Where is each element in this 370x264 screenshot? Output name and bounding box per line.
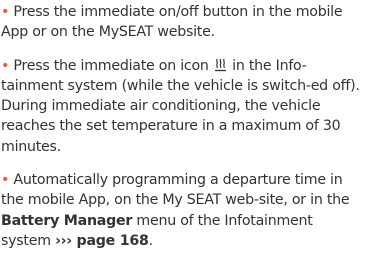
list-item-departure-time: • Automatically programming a departure … [1, 170, 363, 251]
link-page-text: page 168 [71, 232, 149, 249]
climate-heat-icon [214, 58, 227, 72]
bullet: • [1, 172, 10, 189]
item-end: . [148, 232, 154, 249]
item-text-before-bold: Automatically programming a departure ti… [1, 172, 350, 209]
instruction-list: • Press the immediate on/off button in t… [1, 2, 363, 264]
item-text: Press the immediate on/off button in the… [1, 4, 343, 41]
page-reference-link[interactable]: ››› page 168 [55, 233, 149, 249]
list-item-remote-button: • Press the immediate on/off button in t… [1, 2, 363, 43]
link-arrows: ››› [55, 232, 72, 249]
bullet: • [1, 57, 10, 74]
bullet: • [1, 4, 10, 20]
item-text-before-icon: Press the immediate on icon [9, 57, 213, 74]
battery-manager-label: Battery Manager [1, 212, 133, 229]
list-item-infotainment-icon: • Press the immediate on icon in the Inf… [1, 56, 363, 157]
